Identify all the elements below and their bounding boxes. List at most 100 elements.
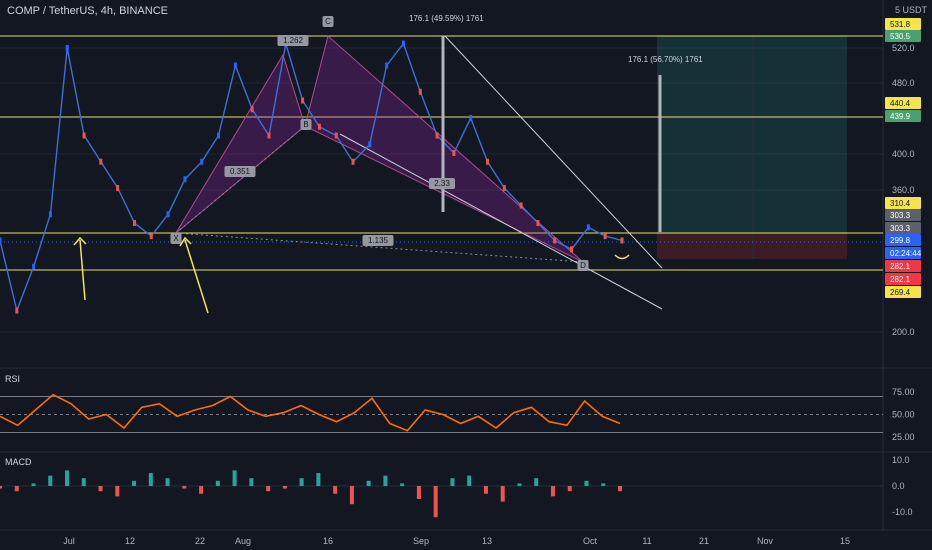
time-tick-label: Sep: [413, 536, 429, 546]
channel-lower-line: [339, 133, 663, 310]
macd-bar: [601, 483, 606, 486]
macd-bar: [467, 475, 472, 486]
macd-bar: [14, 486, 19, 492]
price-candle: [65, 45, 69, 51]
pattern-label: X: [173, 234, 179, 243]
trading-chart[interactable]: 176.1 (49.59%) 1761176.1 (56.70%) 1761AB…: [0, 0, 932, 550]
price-candle: [519, 202, 523, 209]
macd-bar: [115, 486, 120, 497]
macd-bar: [433, 486, 438, 518]
macd-bar: [0, 486, 2, 489]
price-candle: [15, 307, 19, 314]
price-candle: [435, 132, 439, 139]
price-tag-label: 303.3: [890, 224, 911, 233]
macd-bar: [550, 486, 555, 497]
time-tick-label: Jul: [63, 536, 75, 546]
price-candle: [334, 132, 338, 139]
macd-bar: [534, 478, 539, 486]
price-candle: [586, 224, 590, 231]
price-candle: [553, 237, 557, 244]
rsi-tick-label: 75.00: [892, 387, 915, 397]
price-candle: [132, 220, 136, 226]
time-tick-label: 15: [840, 536, 850, 546]
macd-bar: [366, 480, 371, 486]
price-tag-label: 303.3: [890, 211, 911, 220]
macd-tick-label: -10.0: [892, 507, 913, 517]
price-candle: [452, 150, 456, 156]
price-tick-label: 200.0: [892, 327, 915, 337]
smile-annotation: [614, 254, 630, 260]
time-tick-label: 21: [699, 536, 709, 546]
time-tick-label: 16: [323, 536, 333, 546]
price-candle: [469, 115, 473, 121]
price-candle: [620, 237, 624, 244]
price-tick-label: 520.0: [892, 43, 915, 53]
arrow-annotation: [184, 239, 209, 314]
macd-bar: [316, 473, 321, 486]
time-tick-label: Aug: [235, 536, 251, 546]
pattern-triangle-xab: [175, 53, 306, 234]
macd-bar: [65, 470, 70, 486]
pattern-label: 1.135: [368, 236, 389, 245]
macd-bar: [383, 475, 388, 486]
macd-bar: [266, 486, 271, 492]
price-candle: [368, 141, 372, 148]
price-tick-label: 400.0: [892, 149, 915, 159]
macd-bar: [182, 486, 187, 489]
macd-bar: [333, 486, 338, 494]
price-candle: [250, 106, 254, 113]
price-tag-label: 440.4: [890, 99, 911, 108]
price-candle: [570, 246, 574, 253]
macd-bar: [400, 483, 405, 486]
price-candle: [200, 158, 204, 165]
macd-bar: [584, 480, 589, 486]
macd-bar: [500, 486, 505, 502]
time-tick-label: Nov: [757, 536, 774, 546]
macd-bar: [31, 483, 36, 486]
price-tag-label: 02:24:44: [890, 249, 922, 258]
pattern-label: D: [580, 261, 586, 270]
price-candle: [82, 132, 86, 139]
price-candle: [32, 263, 36, 270]
pattern-label: C: [325, 17, 331, 26]
price-candle: [301, 97, 305, 104]
macd-bar: [416, 486, 421, 499]
macd-bar: [249, 478, 254, 486]
pattern-label: 2.33: [434, 179, 450, 188]
price-candle: [351, 158, 355, 165]
pattern-label: 1.262: [283, 36, 304, 45]
time-tick-label: Oct: [583, 536, 598, 546]
position-loss-zone: [657, 233, 847, 259]
macd-bar: [48, 475, 53, 486]
macd-bar: [199, 486, 204, 494]
pattern-label: B: [303, 120, 308, 129]
price-tag-label: 282.1: [890, 275, 911, 284]
price-candle: [0, 237, 2, 244]
measure-label-1: 176.1 (49.59%) 1761: [409, 14, 484, 23]
price-candle: [603, 233, 607, 240]
macd-bar: [232, 470, 237, 486]
macd-bar: [98, 486, 103, 492]
macd-bar: [148, 473, 153, 486]
position-profit-zone: [657, 36, 847, 233]
price-tag-label: 282.1: [890, 262, 911, 271]
price-tick-label: 360.0: [892, 185, 915, 195]
price-candle: [149, 233, 153, 240]
price-candle: [385, 62, 389, 69]
price-candle: [166, 211, 170, 218]
price-candle: [233, 62, 237, 69]
rsi-tick-label: 50.00: [892, 410, 915, 420]
price-candle: [183, 176, 187, 183]
price-candle: [418, 88, 422, 95]
macd-bar: [282, 486, 287, 489]
measure-label-2: 176.1 (56.70%) 1761: [628, 55, 703, 64]
macd-bar: [618, 486, 622, 492]
price-tag-label: 531.8: [890, 20, 911, 29]
macd-bar: [215, 480, 220, 486]
time-tick-label: 11: [642, 536, 651, 546]
macd-bar: [483, 486, 488, 494]
price-candle: [502, 185, 506, 191]
macd-bar: [567, 486, 572, 492]
price-tag-label: 439.9: [890, 112, 911, 121]
price-candle: [536, 220, 540, 226]
